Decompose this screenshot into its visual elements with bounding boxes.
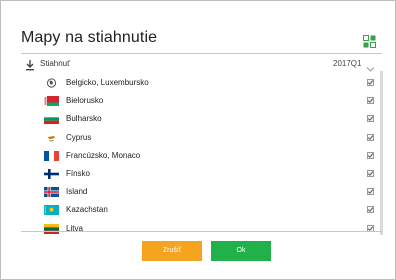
list-item-checkbox[interactable] [367,79,374,86]
globe-icon [44,78,59,88]
list-item-label: Cyprus [66,132,92,142]
check-icon [367,98,374,104]
list-item-label: Bielorusko [66,96,104,106]
select-all-icon[interactable] [363,35,376,48]
check-icon [367,116,374,122]
france-flag-icon [44,150,59,161]
list-item-checkbox[interactable] [367,133,374,141]
scrollbar[interactable] [380,71,383,235]
list-item-label: Island [66,187,88,197]
belarus-flag-icon [44,96,59,107]
list-item[interactable]: Bielorusko [21,93,382,111]
list-item-label: Kazachstan [66,205,108,215]
cancel-button[interactable]: Zrušiť [142,241,202,261]
version-label: 2017Q1 [333,59,362,68]
list-item[interactable]: Cyprus [21,130,382,148]
list-item-checkbox[interactable] [367,188,374,196]
list-item[interactable]: Kazachstan [21,202,382,220]
list-item[interactable]: Francúzsko, Monaco [21,148,382,166]
list-item-label: Francúzsko, Monaco [66,150,141,160]
bulgaria-flag-icon [44,114,59,125]
list-item[interactable]: Belgicko, Luxembursko [21,75,382,93]
check-icon [367,189,374,195]
lithuania-flag-icon [44,223,59,234]
list-header[interactable]: Stiahnuť 2017Q1 [21,58,382,72]
title-divider [21,53,382,54]
list-item-checkbox[interactable] [367,115,374,123]
list-item-label: Bulharsko [66,114,102,124]
download-icon [25,58,35,71]
list-item-checkbox[interactable] [367,151,374,159]
list-item-checkbox[interactable] [367,206,374,214]
country-list: Belgicko, Luxembursko Bielorusko Bulharsko… [21,71,382,235]
kazakhstan-flag-icon [44,205,59,216]
check-icon [367,80,374,85]
check-icon [367,134,374,140]
list-header-label: Stiahnuť [40,59,71,68]
check-icon [367,171,374,176]
list-item-label: Belgicko, Luxembursko [66,78,149,87]
bottom-divider [21,231,382,232]
ok-button[interactable]: Ok [211,241,271,261]
chevron-down-icon[interactable] [366,60,375,72]
list-item-label: Fínsko [66,169,91,178]
list-item[interactable]: Island [21,184,382,202]
list-item-checkbox[interactable] [367,170,374,177]
list-item[interactable]: Bulharsko [21,111,382,129]
finland-flag-icon [44,169,59,179]
dialog-title: Mapy na stiahnutie [21,29,158,46]
iceland-flag-icon [44,187,59,198]
check-icon [367,207,374,213]
list-item[interactable]: Fínsko [21,166,382,184]
check-icon [367,153,374,158]
download-maps-dialog: Mapy na stiahnutie Stiahnuť 2017Q1 Belgi… [0,0,396,280]
list-item-checkbox[interactable] [367,97,374,105]
list-item[interactable]: Litva [21,221,382,235]
cyprus-flag-icon [44,132,59,143]
